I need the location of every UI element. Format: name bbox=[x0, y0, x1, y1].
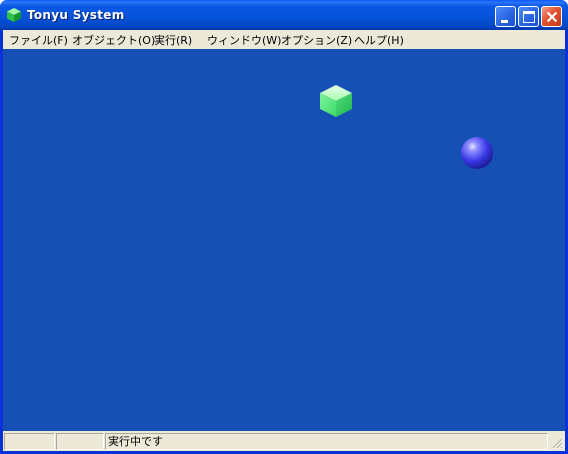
green-cube-icon bbox=[7, 8, 21, 22]
menu-object[interactable]: オブジェクト(O) bbox=[72, 32, 155, 48]
maximize-icon bbox=[523, 11, 535, 23]
status-message: 実行中です bbox=[105, 433, 548, 450]
app-window: Tonyu System ファイル(F) オブジェクト(O) 実行(R) ウィン… bbox=[0, 0, 568, 454]
menu-options[interactable]: オプション(Z) bbox=[281, 32, 352, 48]
close-icon bbox=[546, 11, 558, 23]
status-panel-1 bbox=[4, 433, 55, 450]
game-canvas[interactable] bbox=[3, 49, 565, 431]
menu-run[interactable]: 実行(R) bbox=[154, 32, 192, 48]
green-cube-sprite bbox=[320, 85, 352, 117]
close-button[interactable] bbox=[541, 6, 562, 27]
status-panel-2 bbox=[56, 433, 104, 450]
menu-file[interactable]: ファイル(F) bbox=[9, 32, 68, 48]
window-title: Tonyu System bbox=[27, 8, 125, 22]
blue-ball-sprite bbox=[461, 137, 493, 169]
status-bar: 実行中です bbox=[3, 431, 565, 451]
maximize-button[interactable] bbox=[518, 6, 539, 27]
minimize-icon bbox=[501, 20, 508, 23]
resize-grip-icon[interactable] bbox=[550, 436, 564, 450]
minimize-button[interactable] bbox=[495, 6, 516, 27]
menu-help[interactable]: ヘルプ(H) bbox=[354, 32, 404, 48]
menu-bar: ファイル(F) オブジェクト(O) 実行(R) ウィンドウ(W) オプション(Z… bbox=[3, 30, 565, 49]
title-bar[interactable]: Tonyu System bbox=[0, 0, 568, 30]
menu-window[interactable]: ウィンドウ(W) bbox=[207, 32, 281, 48]
